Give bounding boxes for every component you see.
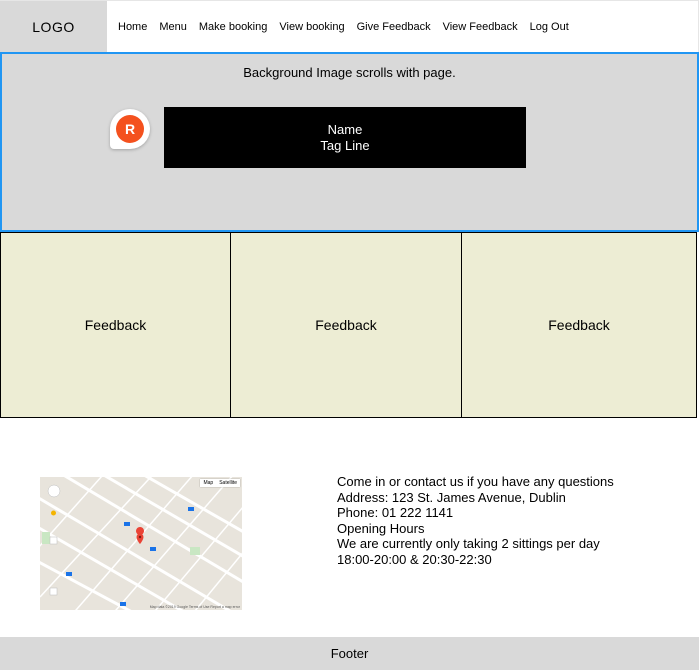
nav-home[interactable]: Home — [112, 21, 153, 33]
sittings-note: We are currently only taking 2 sittings … — [337, 536, 600, 552]
feedback-row: Feedback Feedback Feedback — [0, 232, 699, 418]
opening-hours-heading: Opening Hours — [337, 520, 425, 536]
map-streets — [40, 477, 242, 610]
nav-view-booking[interactable]: View booking — [273, 21, 350, 33]
restaurant-name: Name — [327, 121, 363, 137]
map-type-toggle[interactable]: Map Satellite — [200, 479, 240, 487]
feedback-card-2: Feedback — [230, 232, 462, 418]
sitting-times: 18:00-20:00 & 20:30-22:30 — [337, 551, 492, 567]
contact-phone: Phone: 01 222 1141 — [337, 505, 454, 521]
nav-view-feedback[interactable]: View Feedback — [437, 21, 524, 33]
contact-intro: Come in or contact us if you have any qu… — [337, 474, 614, 489]
feedback-label: Feedback — [548, 317, 610, 333]
name-tagline-box: Name Tag Line — [164, 107, 526, 168]
feedback-card-3: Feedback — [461, 232, 697, 418]
hero-note: Background Image scrolls with page. — [243, 65, 456, 80]
logo[interactable]: LOGO — [0, 1, 107, 53]
map-type-satellite[interactable]: Satellite — [216, 479, 240, 487]
avatar-letter: R — [116, 115, 144, 143]
nav-menu[interactable]: Menu — [153, 21, 193, 33]
site-header: LOGO Home Menu Make booking View booking… — [0, 0, 699, 53]
contact-info: Come in or contact us if you have any qu… — [337, 474, 667, 568]
footer-text: Footer — [330, 646, 369, 661]
nav-give-feedback[interactable]: Give Feedback — [351, 21, 437, 33]
nav-make-booking[interactable]: Make booking — [193, 21, 274, 33]
feedback-label: Feedback — [315, 317, 377, 333]
map-attribution: Map data ©2019 Google Terms of Use Repor… — [149, 605, 240, 609]
nav-log-out[interactable]: Log Out — [524, 21, 575, 33]
location-map[interactable]: Map Satellite Map data ©2019 Google Term… — [40, 477, 242, 610]
tag-line: Tag Line — [320, 137, 370, 153]
contact-address: Address: 123 St. James Avenue, Dublin — [337, 489, 566, 505]
map-type-map[interactable]: Map — [200, 479, 216, 487]
feedback-label: Feedback — [84, 317, 147, 333]
main-nav: Home Menu Make booking View booking Give… — [112, 1, 575, 53]
avatar[interactable]: R — [110, 109, 150, 149]
site-footer: Footer — [0, 637, 699, 670]
feedback-card-1: Feedback — [0, 232, 231, 418]
hero-banner: Background Image scrolls with page. R Na… — [0, 52, 699, 232]
